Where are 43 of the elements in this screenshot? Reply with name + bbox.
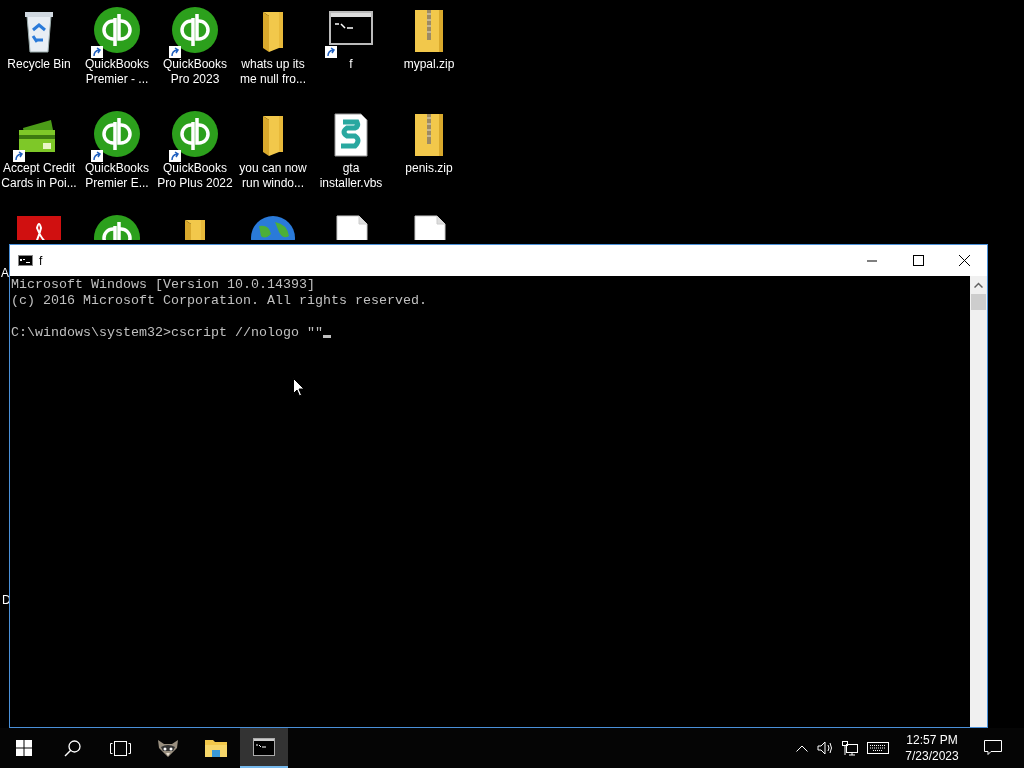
maximize-icon: [912, 255, 924, 266]
window-title: f: [39, 252, 43, 270]
raccoon-icon: [156, 738, 180, 758]
icon-label[interactable]: gta installer.vbs: [319, 161, 383, 191]
speech-bubble-icon: [984, 740, 1002, 756]
close-icon: [958, 255, 970, 266]
console-line: (c) 2016 Microsoft Corporation. All rights reserved.: [11, 293, 427, 308]
icon-label[interactable]: QuickBooks Pro 2023: [163, 57, 227, 87]
console-line: Microsoft Windows [Version 10.0.14393]: [11, 277, 315, 292]
icon-label[interactable]: QuickBooks Premier E...: [85, 161, 149, 191]
quickbooks-icon[interactable]: [93, 110, 141, 158]
icon-label[interactable]: Accept Credit Cards in Poi...: [1, 161, 77, 191]
console-taskbar-button[interactable]: [240, 728, 288, 768]
chevron-up-icon: [796, 744, 808, 752]
icon-label[interactable]: QuickBooks Premier - ...: [85, 57, 149, 87]
speaker-icon: [817, 741, 835, 755]
quickbooks-icon[interactable]: [171, 6, 219, 54]
pdf-icon[interactable]: [15, 214, 63, 240]
icon-label[interactable]: penis.zip: [405, 161, 453, 176]
icon-label[interactable]: A: [1, 266, 9, 280]
scroll-up-icon[interactable]: [974, 282, 983, 288]
clock[interactable]: 12:57 PM 7/23/2023: [894, 728, 970, 768]
windows-logo-icon: [16, 740, 32, 756]
quickbooks-icon[interactable]: [93, 6, 141, 54]
icon-label[interactable]: QuickBooks Pro Plus 2022: [157, 161, 233, 191]
icon-label[interactable]: Recycle Bin: [7, 57, 71, 72]
command-prompt-line: C:\windows\system32>cscript //nologo "": [11, 325, 323, 340]
network-icon: [841, 740, 859, 756]
icon-label[interactable]: whats up its me null fro...: [240, 57, 306, 87]
icon-label[interactable]: you can now run windo...: [239, 161, 307, 191]
quickbooks-icon[interactable]: [171, 110, 219, 158]
icon-label[interactable]: mypal.zip: [403, 57, 455, 72]
folder-icon: [204, 738, 228, 758]
icon-label[interactable]: f: [349, 57, 353, 72]
minimize-icon: [867, 259, 877, 262]
scrollbar[interactable]: [970, 276, 987, 727]
mouse-pointer-icon: [293, 378, 305, 397]
search-icon: [63, 739, 81, 757]
console-icon: [253, 738, 275, 756]
task-view-icon: [109, 740, 131, 756]
console-icon: [18, 255, 33, 266]
keyboard-icon: [867, 742, 889, 754]
scroll-thumb[interactable]: [971, 294, 986, 310]
